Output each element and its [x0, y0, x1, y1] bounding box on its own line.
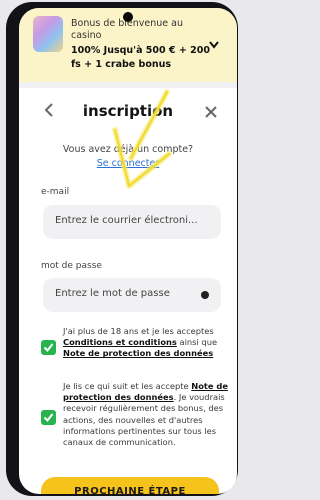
- marketing-consent-text: Je lis ce qui suit et les accepte Note d…: [63, 381, 228, 448]
- bonus-offer: 100% Jusqu'à 500 € + 200 fs + 1 crabe bo…: [71, 45, 210, 70]
- email-field[interactable]: Entrez le courrier électroni...: [43, 205, 221, 239]
- show-password-icon[interactable]: [201, 291, 209, 299]
- check-icon: [43, 343, 54, 353]
- marketing-checkbox[interactable]: [41, 410, 56, 425]
- consent2-text1: Je lis ce qui suit et les accepte: [63, 381, 189, 391]
- next-step-label: PROCHAINE ÉTAPE: [74, 486, 186, 494]
- login-link[interactable]: Se connecter: [19, 158, 237, 169]
- phone-screen: Bonus de bienvenue au casino 100% Jusqu'…: [19, 8, 237, 494]
- password-placeholder: Entrez le mot de passe: [55, 288, 170, 299]
- consent1-text2: ainsi que: [179, 337, 218, 348]
- front-camera: [123, 12, 133, 22]
- check-icon: [43, 413, 54, 423]
- email-placeholder: Entrez le courrier électroni...: [55, 215, 198, 226]
- terms-checkbox[interactable]: [41, 340, 56, 355]
- password-label: mot de passe: [41, 261, 102, 271]
- password-field[interactable]: Entrez le mot de passe: [43, 278, 221, 312]
- email-label: e-mail: [41, 187, 70, 197]
- bonus-thumbnail: [33, 16, 63, 52]
- bonus-title: Bonus de bienvenue au casino: [71, 18, 183, 41]
- phone-frame: Bonus de bienvenue au casino 100% Jusqu'…: [6, 2, 238, 496]
- terms-link[interactable]: Conditions et conditions: [63, 337, 177, 347]
- terms-consent-text: J'ai plus de 18 ans et je les acceptes C…: [63, 326, 228, 360]
- privacy-link[interactable]: Note de protection des données: [63, 348, 213, 358]
- consent1-text1: J'ai plus de 18 ans et je les acceptes: [63, 326, 214, 336]
- next-step-button[interactable]: PROCHAINE ÉTAPE: [41, 477, 219, 494]
- chevron-down-icon[interactable]: [209, 38, 219, 52]
- divider: [19, 82, 237, 88]
- have-account-text: Vous avez déjà un compte?: [62, 144, 194, 155]
- close-icon[interactable]: [205, 103, 217, 122]
